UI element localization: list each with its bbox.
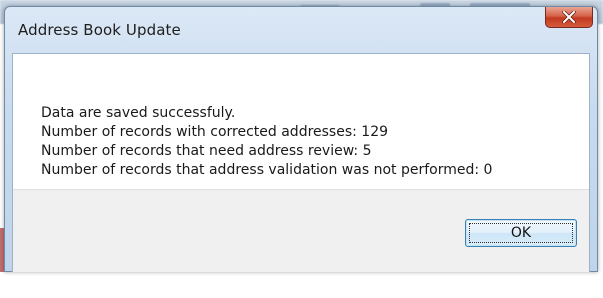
ok-button[interactable]: OK xyxy=(465,219,577,247)
background-area xyxy=(0,272,603,298)
close-x-icon xyxy=(562,11,576,23)
message-line-not-validated: Number of records that address validatio… xyxy=(41,162,493,178)
dialog-footer: OK xyxy=(13,189,589,272)
message-line-saved: Data are saved successfuly. xyxy=(41,105,236,121)
title-bar[interactable]: Address Book Update xyxy=(5,7,597,55)
dialog-body: Data are saved successfuly. Number of re… xyxy=(12,53,590,272)
close-button[interactable] xyxy=(545,7,593,28)
address-book-update-dialog: Address Book Update Data are saved succe… xyxy=(4,6,598,272)
message-line-review: Number of records that need address revi… xyxy=(41,143,372,159)
message-line-corrected: Number of records with corrected address… xyxy=(41,124,389,140)
message-text: Data are saved successfuly. Number of re… xyxy=(41,104,492,180)
ok-button-label: OK xyxy=(510,225,532,241)
dialog-title: Address Book Update xyxy=(18,21,181,39)
